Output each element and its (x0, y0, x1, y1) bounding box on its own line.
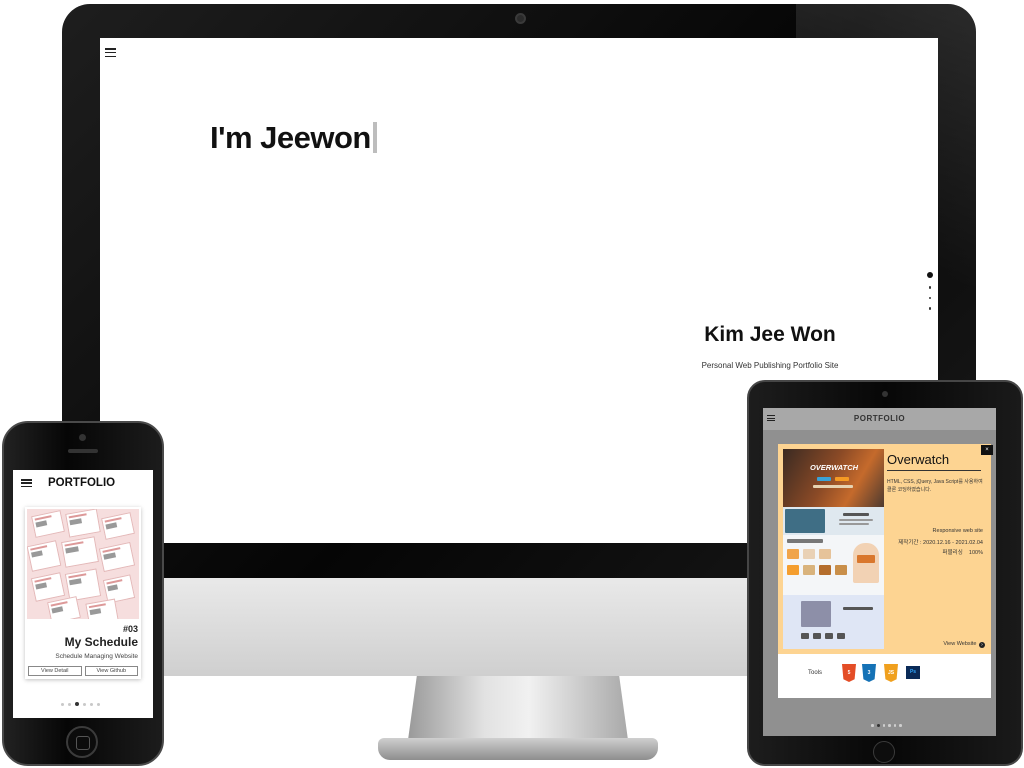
imac-stand-base (378, 738, 658, 760)
carousel-pagination (871, 724, 902, 727)
close-icon[interactable]: × (981, 445, 993, 455)
pagination-dot[interactable] (83, 702, 86, 706)
imac-camera (515, 13, 526, 24)
phone-home-button (66, 726, 98, 758)
tablet-home-button (873, 741, 895, 763)
tablet-screen: PORTFOLIO × OVERWATCH Overwatch HTML, CS… (763, 408, 996, 736)
view-github-button[interactable]: View Github (84, 666, 138, 676)
pagination-dot[interactable] (871, 724, 874, 727)
javascript-icon: JS (884, 664, 898, 682)
site-subtitle: Personal Web Publishing Portfolio Site (701, 361, 839, 370)
phone-page-title: PORTFOLIO (48, 477, 116, 489)
section-dot[interactable] (927, 272, 933, 278)
section-navigation (925, 272, 935, 310)
project-card[interactable]: #03 My Schedule Schedule Managing Websit… (25, 507, 141, 679)
pagination-dot[interactable] (97, 702, 100, 706)
modal-divider (887, 470, 981, 471)
html5-icon: 5 (842, 664, 856, 682)
pagination-dot[interactable] (888, 724, 891, 727)
section-dot[interactable] (928, 286, 932, 289)
project-screenshot: OVERWATCH (783, 449, 884, 649)
project-thumbnail (27, 509, 139, 619)
project-title: My Schedule (64, 635, 138, 649)
owner-name: Kim Jee Won (704, 323, 836, 346)
project-modal: × OVERWATCH Overwatch HTML, CSS, jQuery,… (778, 444, 993, 654)
project-description: Schedule Managing Website (55, 653, 138, 660)
pagination-dot[interactable] (90, 702, 93, 706)
pagination-dot[interactable] (75, 702, 79, 706)
contribution-label: 퍼블리싱 (942, 550, 963, 556)
modal-description: HTML, CSS, jQuery, Java Script를 사용하여 클론 … (887, 479, 983, 493)
screenshot-logo: OVERWATCH (809, 463, 859, 472)
css3-icon: 3 (862, 664, 876, 682)
modal-contribution: 퍼블리싱 100% (943, 548, 983, 556)
phone-screen: PORTFOLIO #03 My Schedule Schedule Manag… (13, 470, 153, 718)
typing-cursor (372, 122, 377, 153)
phone-camera (79, 434, 86, 441)
tools-label: Tools (808, 670, 823, 676)
arrow-right-circle-icon: › (979, 642, 985, 648)
hero-heading: I'm Jeewon (210, 120, 377, 156)
section-dot[interactable] (928, 307, 932, 310)
tablet-page-title: PORTFOLIO (853, 414, 906, 423)
project-number: #03 (122, 624, 138, 634)
pagination-dot[interactable] (876, 724, 880, 727)
project-actions: View Detail View Github (28, 666, 138, 676)
tools-panel: Tools 5 3 JS Ps (778, 654, 991, 698)
modal-project-title: Overwatch (887, 452, 950, 467)
modal-project-type: Responsive web site (932, 528, 983, 534)
view-website-link[interactable]: View Website › (943, 641, 985, 648)
photoshop-icon: Ps (906, 666, 920, 679)
tablet-camera (882, 391, 888, 397)
phone-speaker (68, 449, 98, 453)
view-detail-button[interactable]: View Detail (28, 666, 82, 676)
pagination-dot[interactable] (68, 702, 71, 706)
hamburger-menu-icon[interactable] (105, 48, 116, 57)
view-website-label: View Website (943, 641, 977, 647)
pagination-dot[interactable] (899, 724, 902, 727)
screenshot-hero: OVERWATCH (783, 449, 884, 507)
section-dot[interactable] (928, 296, 932, 299)
hero-heading-text: I'm Jeewon (210, 120, 371, 155)
pagination-dot[interactable] (893, 724, 896, 727)
modal-project-period: 제작기간 : 2020.12.16 - 2021.02.04 (898, 540, 983, 546)
contribution-value: 100% (968, 550, 983, 556)
pagination-dot[interactable] (882, 724, 885, 727)
pagination-dot[interactable] (61, 702, 64, 706)
carousel-pagination (61, 702, 100, 706)
imac-stand (408, 676, 628, 740)
hamburger-menu-icon[interactable] (21, 479, 32, 487)
